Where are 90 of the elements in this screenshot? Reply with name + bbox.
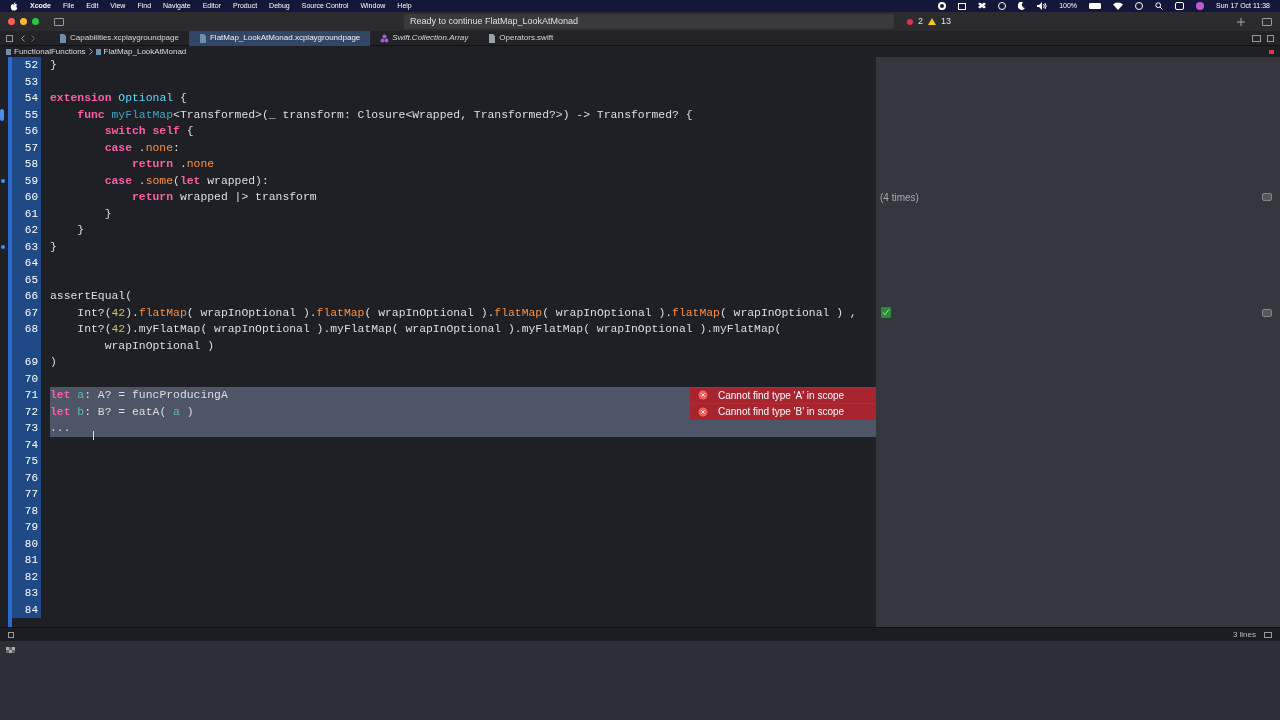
checkered-icon xyxy=(6,647,15,654)
editor-tab[interactable]: Operators.swift xyxy=(478,30,564,46)
text-cursor xyxy=(93,431,94,440)
forward-icon[interactable] xyxy=(31,34,35,42)
inspector-toggle-icon[interactable] xyxy=(1262,17,1272,26)
code-line: case .none: xyxy=(103,140,180,156)
warning-icon[interactable] xyxy=(928,18,936,25)
close-button[interactable] xyxy=(8,18,15,25)
code-line: ... xyxy=(50,421,71,436)
code-line: let a: A? = funcProducingA xyxy=(50,388,228,403)
file-icon xyxy=(95,48,101,55)
result-text: (4 times) xyxy=(880,190,919,205)
file-icon xyxy=(198,33,207,43)
file-icon xyxy=(6,48,11,55)
line-number: 56 xyxy=(12,123,41,140)
code-line: switch self { xyxy=(103,124,194,139)
line-number: 77 xyxy=(12,486,41,503)
code-line: let b: B? = eatA( a ) xyxy=(50,404,194,420)
line-count: 3 lines xyxy=(1232,628,1256,641)
line-number: 52 xyxy=(12,57,41,74)
status-text: Ready to continue FlatMap_LookAtMonad xyxy=(410,14,579,28)
code-line: wrapInOptional ) xyxy=(103,338,215,354)
canvas-icon[interactable] xyxy=(1267,34,1274,42)
error-count: 2 xyxy=(918,14,923,28)
code-line: } xyxy=(76,223,85,238)
code-line: return wrapped |> transform xyxy=(131,190,317,205)
error-message: Cannot find type 'A' in scope xyxy=(718,388,845,403)
line-number: 69 xyxy=(12,354,41,371)
code-line: extension Optional { xyxy=(50,91,187,106)
error-banner[interactable]: Cannot find type 'B' in scope xyxy=(690,404,876,420)
debug-area-toggle-icon[interactable] xyxy=(8,631,14,638)
code-line: ) xyxy=(50,355,57,370)
control-center-icon[interactable] xyxy=(1175,2,1185,10)
windows-icon[interactable] xyxy=(958,2,967,10)
line-number: 68 xyxy=(12,321,41,338)
code-line: case .some(let wrapped): xyxy=(103,173,269,189)
record-icon[interactable] xyxy=(938,2,947,10)
add-icon[interactable] xyxy=(1237,17,1245,26)
line-number: 54 xyxy=(12,90,41,107)
search-icon[interactable] xyxy=(1155,2,1164,10)
file-icon xyxy=(488,33,497,43)
zoom-button[interactable] xyxy=(32,18,39,25)
line-number: 71 xyxy=(12,387,41,404)
editor-tab[interactable]: Swift.Collection.Array xyxy=(370,30,479,46)
siri-icon[interactable] xyxy=(1196,2,1205,10)
code-line: } xyxy=(50,58,57,73)
wifi-icon[interactable] xyxy=(1113,2,1124,10)
error-icon xyxy=(698,406,708,417)
file-icon xyxy=(59,33,67,43)
code-line: assertEqual( xyxy=(50,289,133,304)
battery-icon[interactable] xyxy=(1089,3,1102,9)
library-icon xyxy=(380,33,390,43)
line-number: 66 xyxy=(12,288,41,305)
quick-look-icon[interactable] xyxy=(1262,193,1272,202)
line-number: 81 xyxy=(12,552,41,569)
apple-icon[interactable] xyxy=(10,1,18,11)
issue-icon[interactable] xyxy=(1269,49,1274,54)
line-number: 62 xyxy=(12,222,41,239)
code-line: func myFlatMap<Transformed>(_ transform: Closure<Wrapped, Transformed?>) -> Transformed? { xyxy=(76,107,693,123)
sidebar-toggle-icon[interactable] xyxy=(54,17,64,26)
jump-bar-item[interactable]: FlatMap_LookAtMonad xyxy=(103,45,187,58)
line-number: 75 xyxy=(12,453,41,470)
box-icon[interactable] xyxy=(978,2,987,10)
code-line: } xyxy=(50,239,57,255)
error-banner[interactable]: Cannot find type 'A' in scope xyxy=(690,387,876,403)
grid-icon[interactable] xyxy=(6,34,13,42)
moon-icon[interactable] xyxy=(1018,2,1026,10)
line-number: 64 xyxy=(12,255,41,272)
editor-tab[interactable]: Capabilities.xcplaygroundpage xyxy=(49,30,189,46)
warning-count: 13 xyxy=(941,14,952,28)
line-number: 83 xyxy=(12,585,41,602)
line-number: 73 xyxy=(12,420,41,437)
line-number: 58 xyxy=(12,156,41,173)
code-line: } xyxy=(103,206,112,222)
line-number: 79 xyxy=(12,519,41,536)
split-editor-icon[interactable] xyxy=(1252,34,1261,42)
error-icon[interactable] xyxy=(907,18,913,25)
code-line: return .none xyxy=(131,157,215,172)
volume-icon[interactable] xyxy=(1037,2,1048,10)
panel-icon[interactable] xyxy=(1264,631,1272,638)
quick-look-icon[interactable] xyxy=(1262,308,1272,317)
code-line: Int?(42).flatMap( wrapInOptional ).flatMap( wrapInOptional ).flatMap( wrapInOptional ).flatMap( wrapInOptional ) , xyxy=(76,305,857,321)
jump-bar-item[interactable]: FunctionalFunctions xyxy=(14,45,86,58)
line-number: 60 xyxy=(12,189,41,206)
error-message: Cannot find type 'B' in scope xyxy=(718,405,845,420)
back-icon[interactable] xyxy=(21,34,25,42)
code-line: Int?(42).myFlatMap( wrapInOptional ).myFlatMap( wrapInOptional ).myFlatMap( wrapInOptional ).myFlatMap( xyxy=(76,322,782,337)
chevron-icon xyxy=(88,48,93,55)
error-icon xyxy=(698,390,708,401)
minimize-button[interactable] xyxy=(20,18,27,25)
